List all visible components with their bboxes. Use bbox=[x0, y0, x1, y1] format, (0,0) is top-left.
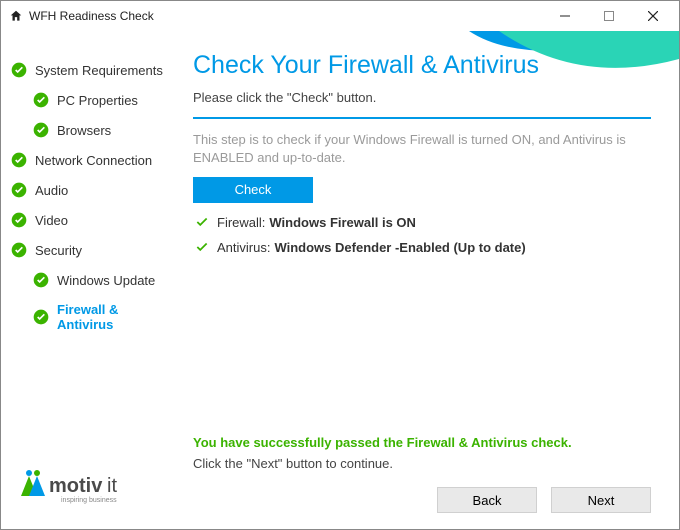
sidebar-item-label: Network Connection bbox=[35, 153, 152, 168]
logo: motiv it inspiring business bbox=[11, 462, 175, 521]
back-button[interactable]: Back bbox=[437, 487, 537, 513]
check-button[interactable]: Check bbox=[193, 177, 313, 203]
antivirus-value: Windows Defender -Enabled (Up to date) bbox=[274, 240, 525, 255]
firewall-result: Firewall: Windows Firewall is ON bbox=[193, 215, 651, 230]
sidebar-item-video[interactable]: Video bbox=[11, 205, 175, 235]
svg-text:inspiring business: inspiring business bbox=[61, 497, 117, 504]
home-icon bbox=[9, 9, 23, 23]
divider bbox=[193, 117, 651, 119]
sidebar-item-pc-properties[interactable]: PC Properties bbox=[11, 85, 175, 115]
svg-text:it: it bbox=[107, 475, 117, 497]
maximize-button[interactable] bbox=[587, 1, 631, 31]
sidebar-item-label: Video bbox=[35, 213, 68, 228]
sidebar-item-label: Browsers bbox=[57, 123, 111, 138]
titlebar: WFH Readiness Check bbox=[1, 1, 679, 31]
next-button[interactable]: Next bbox=[551, 487, 651, 513]
check-circle-icon bbox=[11, 212, 27, 228]
antivirus-label: Antivirus: bbox=[217, 240, 270, 255]
check-circle-icon bbox=[11, 152, 27, 168]
check-circle-icon bbox=[11, 242, 27, 258]
app-window: WFH Readiness Check System Requirements … bbox=[0, 0, 680, 530]
page-heading: Check Your Firewall & Antivirus bbox=[193, 51, 651, 80]
check-circle-icon bbox=[33, 272, 49, 288]
sidebar-item-network-connection[interactable]: Network Connection bbox=[11, 145, 175, 175]
sidebar-item-label: Windows Update bbox=[57, 273, 155, 288]
svg-text:motiv: motiv bbox=[49, 475, 103, 497]
sidebar-item-system-requirements[interactable]: System Requirements bbox=[11, 55, 175, 85]
main-panel: Check Your Firewall & Antivirus Please c… bbox=[179, 31, 679, 529]
check-icon bbox=[195, 240, 209, 254]
sidebar-item-label: System Requirements bbox=[35, 63, 163, 78]
check-circle-icon bbox=[33, 92, 49, 108]
sidebar-item-audio[interactable]: Audio bbox=[11, 175, 175, 205]
sidebar: System Requirements PC Properties Browse… bbox=[1, 31, 179, 529]
sidebar-item-label: Audio bbox=[35, 183, 68, 198]
firewall-label: Firewall: bbox=[217, 215, 265, 230]
page-subtitle: Please click the "Check" button. bbox=[193, 90, 651, 105]
window-title: WFH Readiness Check bbox=[29, 9, 154, 23]
sidebar-item-label: PC Properties bbox=[57, 93, 138, 108]
check-circle-icon bbox=[33, 309, 49, 325]
sidebar-item-windows-update[interactable]: Windows Update bbox=[11, 265, 175, 295]
antivirus-result: Antivirus: Windows Defender -Enabled (Up… bbox=[193, 240, 651, 255]
check-circle-icon bbox=[11, 182, 27, 198]
check-icon bbox=[195, 215, 209, 229]
sidebar-item-label: Firewall & Antivirus bbox=[57, 302, 175, 332]
close-button[interactable] bbox=[631, 1, 675, 31]
next-hint: Click the "Next" button to continue. bbox=[193, 456, 651, 471]
step-description: This step is to check if your Windows Fi… bbox=[193, 131, 651, 167]
sidebar-item-browsers[interactable]: Browsers bbox=[11, 115, 175, 145]
check-circle-icon bbox=[11, 62, 27, 78]
firewall-value: Windows Firewall is ON bbox=[269, 215, 416, 230]
check-circle-icon bbox=[33, 122, 49, 138]
sidebar-item-label: Security bbox=[35, 243, 82, 258]
sidebar-item-security[interactable]: Security bbox=[11, 235, 175, 265]
minimize-button[interactable] bbox=[543, 1, 587, 31]
success-message: You have successfully passed the Firewal… bbox=[193, 435, 651, 450]
sidebar-item-firewall-antivirus[interactable]: Firewall & Antivirus bbox=[11, 295, 175, 339]
